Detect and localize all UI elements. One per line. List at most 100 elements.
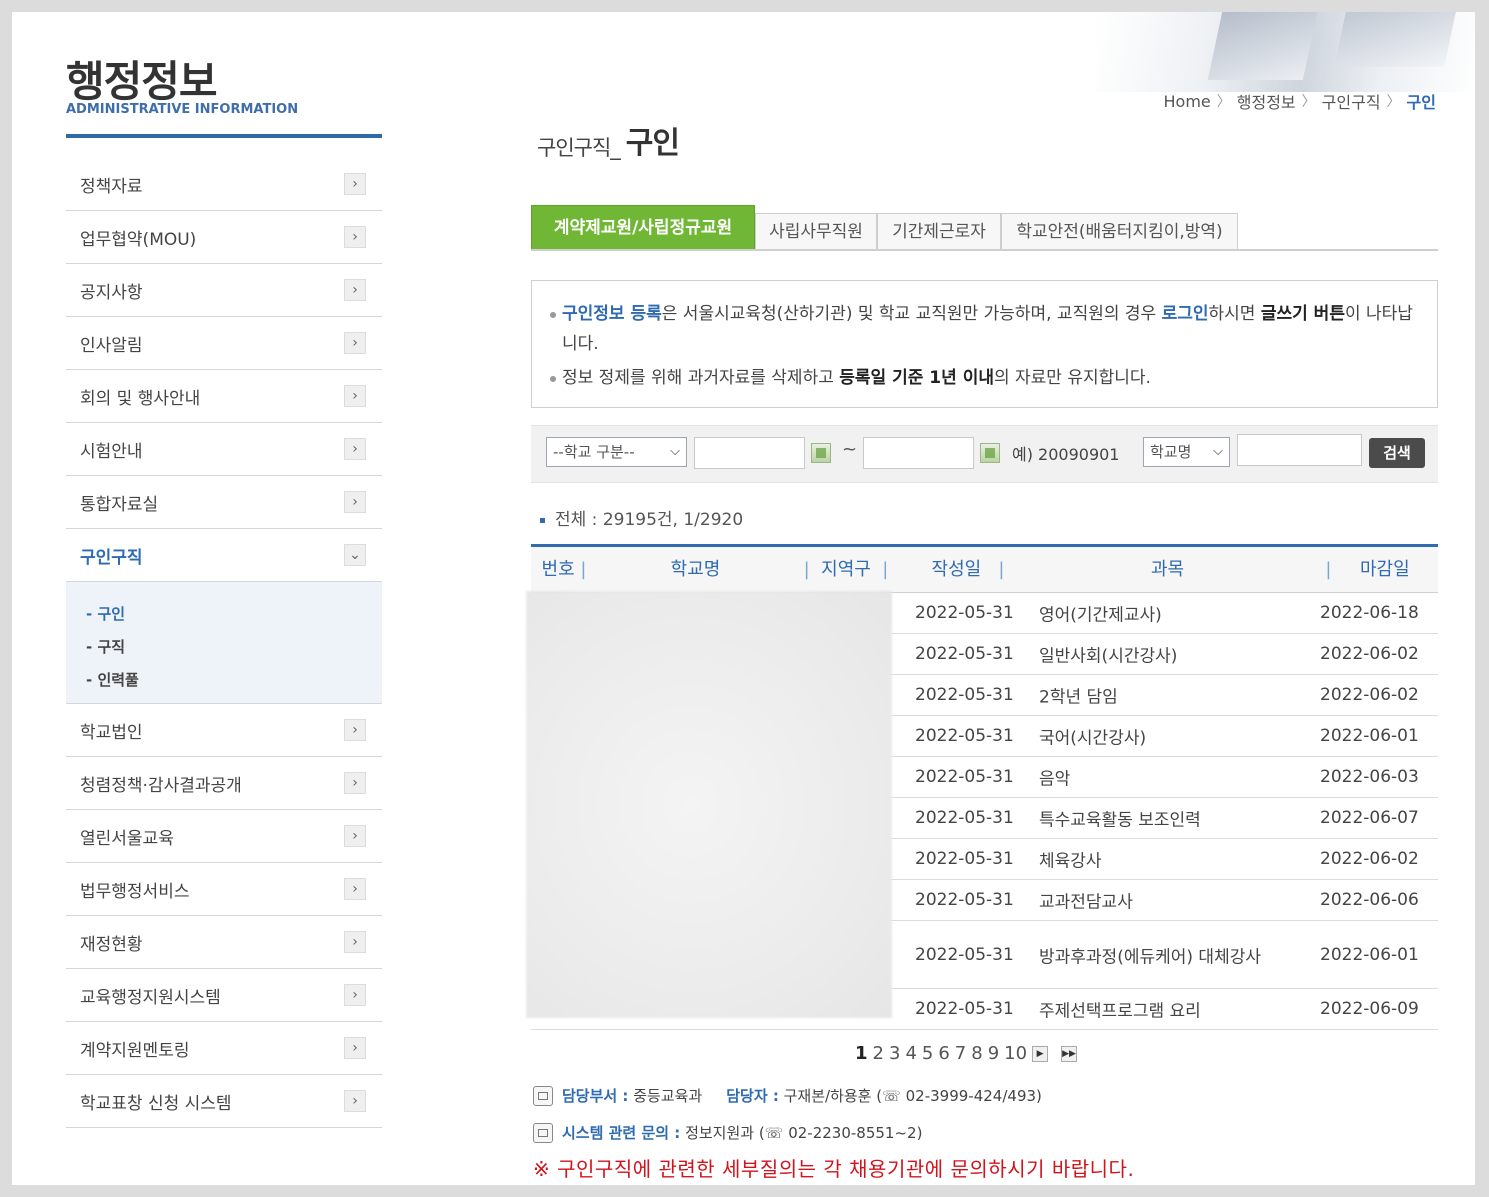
search-field-select[interactable]: 학교명 ⌵ xyxy=(1143,437,1230,467)
info-text: 정보 정제를 위해 과거자료를 삭제하고 xyxy=(562,368,840,388)
search-field-value: 학교명 xyxy=(1150,443,1192,461)
sidebar-item-label: 열린서울교육 xyxy=(80,828,174,849)
sidebar-item-policy[interactable]: 정책자료 › xyxy=(66,158,382,211)
end-date-input[interactable] xyxy=(863,437,974,469)
page-title: 구인구직_ 구인 xyxy=(537,118,680,162)
row-subject[interactable]: 영어(기간제교사) xyxy=(1039,601,1162,626)
column-header-number: 번호 | xyxy=(541,559,587,580)
breadcrumb-home[interactable]: Home xyxy=(1164,92,1211,111)
breadcrumb: Home 〉 행정정보 〉 구인구직 〉 구인 xyxy=(1164,89,1436,113)
contact-system: 시스템 관련 문의 : 정보지원과 (☏ 02-2230-8551~2) xyxy=(533,1122,922,1143)
breadcrumb-level2[interactable]: 구인구직 xyxy=(1322,89,1381,113)
sidebar-item-label: 통합자료실 xyxy=(80,494,159,515)
chevron-right-icon: › xyxy=(344,719,366,741)
sidebar-item-admin-system[interactable]: 교육행정지원시스템 › xyxy=(66,969,382,1022)
row-date: 2022-05-31 xyxy=(915,603,1014,623)
sidebar-item-label: 재정현황 xyxy=(80,934,143,955)
sidebar-item-integrity[interactable]: 청렴정책·감사결과공개 › xyxy=(66,757,382,810)
sidebar-item-jobs[interactable]: 구인구직 ⌄ xyxy=(66,529,382,582)
info-line-2: 정보 정제를 위해 과거자료를 삭제하고 등록일 기준 1년 이내의 자료만 유… xyxy=(548,363,1419,393)
contact-department: 담당부서 : 중등교육과 담당자 : 구재본/하용훈 (☏ 02-3999-42… xyxy=(533,1085,1042,1106)
sidebar-menu: 정책자료 › 업무협약(MOU) › 공지사항 › 인사알림 › 회의 및 행사안내 › … xyxy=(66,158,382,1128)
sidebar-item-meetings[interactable]: 회의 및 행사안내 › xyxy=(66,370,382,423)
calendar-icon[interactable] xyxy=(811,443,831,463)
sidebar-item-open-education[interactable]: 열린서울교육 › xyxy=(66,810,382,863)
tab-school-safety[interactable]: 학교안전(배움터지킴이,방역) xyxy=(1001,213,1238,249)
row-deadline: 2022-06-03 xyxy=(1320,767,1419,787)
info-text: 하시면 xyxy=(1208,304,1261,324)
dept-value: 중등교육과 xyxy=(633,1087,703,1105)
row-subject[interactable]: 2학년 담임 xyxy=(1039,683,1118,708)
row-deadline: 2022-06-18 xyxy=(1320,603,1419,623)
page-link[interactable]: 5 xyxy=(922,1043,933,1064)
tab-contract-teachers[interactable]: 계약제교원/사립정규교원 xyxy=(531,205,755,249)
sidebar-item-archive[interactable]: 통합자료실 › xyxy=(66,476,382,529)
page-link[interactable]: 6 xyxy=(938,1043,949,1064)
column-header-subject: 과목 xyxy=(1150,559,1185,580)
row-subject[interactable]: 특수교육활동 보조인력 xyxy=(1039,806,1201,831)
page-link[interactable]: 4 xyxy=(905,1043,916,1064)
sidebar-item-personnel[interactable]: 인사알림 › xyxy=(66,317,382,370)
sidebar-item-label: 학교표창 신청 시스템 xyxy=(80,1093,232,1114)
page-link[interactable]: 2 xyxy=(873,1043,884,1064)
row-subject[interactable]: 음악 xyxy=(1039,765,1070,790)
row-subject[interactable]: 교과전담교사 xyxy=(1039,888,1133,913)
system-value: 정보지원과 (☏ 02-2230-8551~2) xyxy=(685,1124,923,1142)
page-link[interactable]: 8 xyxy=(971,1043,982,1064)
sidebar-item-legal[interactable]: 법무행정서비스 › xyxy=(66,863,382,916)
row-subject[interactable]: 체육강사 xyxy=(1039,847,1102,872)
last-page-icon[interactable]: ▶▶ xyxy=(1061,1045,1078,1062)
sidebar-item-mou[interactable]: 업무협약(MOU) › xyxy=(66,211,382,264)
row-date: 2022-05-31 xyxy=(915,685,1014,705)
row-subject[interactable]: 주제선택프로그램 요리 xyxy=(1039,997,1201,1022)
column-header-date: 작성일 | xyxy=(931,559,1005,580)
chevron-right-icon: 〉 xyxy=(1386,94,1401,110)
page-link[interactable]: 10 xyxy=(1004,1043,1027,1064)
school-type-value: --학교 구분-- xyxy=(553,443,635,461)
row-deadline: 2022-06-07 xyxy=(1320,808,1419,828)
school-type-select[interactable]: --학교 구분-- ⌵ xyxy=(546,437,687,467)
sidebar-subitem-seeking[interactable]: - 구직 xyxy=(66,631,382,664)
info-box: 구인정보 등록은 서울시교육청(산하기관) 및 학교 교직원만 가능하며, 교직… xyxy=(531,280,1438,408)
row-subject[interactable]: 국어(시간강사) xyxy=(1039,724,1146,749)
row-subject[interactable]: 방과후과정(에듀케어) 대체강사 xyxy=(1039,942,1261,967)
chevron-right-icon: › xyxy=(344,491,366,513)
column-header-district: | 지역구 | xyxy=(803,559,889,580)
breadcrumb-level1[interactable]: 행정정보 xyxy=(1237,89,1296,113)
row-deadline: 2022-06-02 xyxy=(1320,849,1419,869)
sidebar-item-notice[interactable]: 공지사항 › xyxy=(66,264,382,317)
tab-fixed-term-workers[interactable]: 기간제근로자 xyxy=(877,213,1001,249)
sidebar-subitem-hiring[interactable]: - 구인 xyxy=(66,598,382,631)
tab-private-staff[interactable]: 사립사무직원 xyxy=(755,213,877,249)
sidebar-item-school-award[interactable]: 학교표창 신청 시스템 › xyxy=(66,1075,382,1128)
row-date: 2022-05-31 xyxy=(915,944,1014,965)
page-link[interactable]: 7 xyxy=(955,1043,966,1064)
row-deadline: 2022-06-06 xyxy=(1320,890,1419,910)
sidebar-item-contract-mentoring[interactable]: 계약지원멘토링 › xyxy=(66,1022,382,1075)
chevron-right-icon: › xyxy=(344,931,366,953)
redacted-area xyxy=(526,591,892,1018)
chevron-down-icon: ⌵ xyxy=(670,444,680,459)
row-subject[interactable]: 일반사회(시간강사) xyxy=(1039,642,1177,667)
page-link-current[interactable]: 1 xyxy=(855,1043,868,1064)
sidebar-item-label: 교육행정지원시스템 xyxy=(80,987,221,1008)
chevron-right-icon: › xyxy=(344,173,366,195)
sidebar-item-finance[interactable]: 재정현황 › xyxy=(66,916,382,969)
row-date: 2022-05-31 xyxy=(915,726,1014,746)
sidebar-item-exams[interactable]: 시험안내 › xyxy=(66,423,382,476)
start-date-input[interactable] xyxy=(694,437,805,469)
search-input[interactable] xyxy=(1237,434,1362,466)
next-page-icon[interactable]: ▶ xyxy=(1032,1045,1049,1062)
breadcrumb-current: 구인 xyxy=(1406,93,1436,112)
sidebar-subitem-talent-pool[interactable]: - 인력풀 xyxy=(66,664,382,697)
sidebar-item-school-corp[interactable]: 학교법인 › xyxy=(66,704,382,757)
table-header: 번호 | 학교명 | 지역구 | 작성일 | 과목 | 마감일 xyxy=(531,547,1438,593)
search-button[interactable]: 검색 xyxy=(1369,438,1425,468)
calendar-icon[interactable] xyxy=(980,443,1000,463)
row-deadline: 2022-06-02 xyxy=(1320,685,1419,705)
row-deadline: 2022-06-09 xyxy=(1320,999,1419,1019)
page-link[interactable]: 3 xyxy=(889,1043,900,1064)
pagination: 1 2 3 4 5 6 7 8 9 10 ▶ ▶▶ xyxy=(855,1043,1078,1064)
page-link[interactable]: 9 xyxy=(988,1043,999,1064)
category-tabs: 계약제교원/사립정규교원 사립사무직원 기간제근로자 학교안전(배움터지킴이,방… xyxy=(531,205,1438,251)
